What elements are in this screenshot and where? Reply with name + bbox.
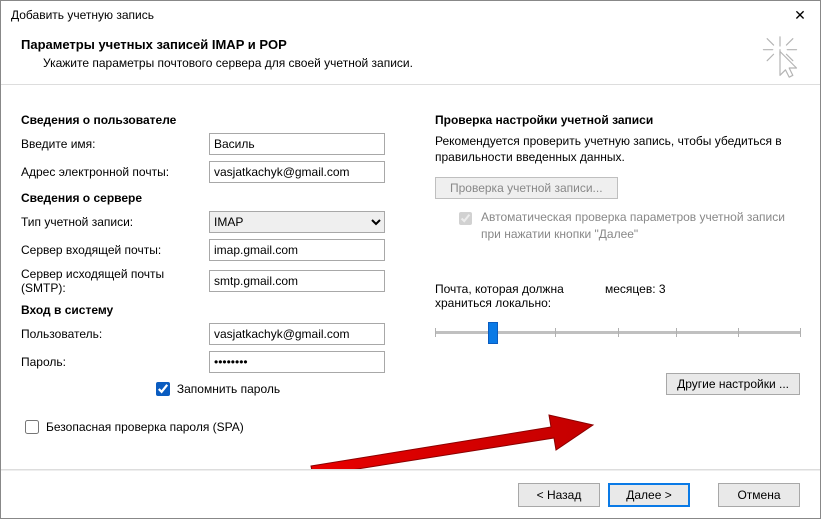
header-subtitle: Укажите параметры почтового сервера для … <box>43 56 800 70</box>
name-input[interactable] <box>209 133 385 155</box>
incoming-input[interactable] <box>209 239 385 261</box>
footer: < Назад Далее > Отмена <box>1 470 820 518</box>
next-button[interactable]: Далее > <box>608 483 690 507</box>
slider-thumb[interactable] <box>488 322 498 344</box>
test-account-button[interactable]: Проверка учетной записи... <box>435 177 618 199</box>
cursor-spark-icon <box>758 35 802 79</box>
cancel-button[interactable]: Отмена <box>718 483 800 507</box>
section-user-info: Сведения о пользователе <box>21 113 411 127</box>
slider-tick <box>738 328 739 337</box>
slider-tick <box>435 328 436 337</box>
password-label: Пароль: <box>21 355 209 369</box>
email-input[interactable] <box>209 161 385 183</box>
local-mail-slider[interactable] <box>435 320 800 348</box>
spa-row: Безопасная проверка пароля (SPA) <box>21 417 411 437</box>
titlebar: Добавить учетную запись ✕ <box>1 1 820 29</box>
name-label: Введите имя: <box>21 137 209 151</box>
section-server-info: Сведения о сервере <box>21 191 411 205</box>
local-mail-section: Почта, которая должна храниться локально… <box>435 282 800 348</box>
incoming-label: Сервер входящей почты: <box>21 243 209 257</box>
email-label: Адрес электронной почты: <box>21 165 209 179</box>
slider-tick <box>618 328 619 337</box>
spa-label: Безопасная проверка пароля (SPA) <box>46 420 244 434</box>
auto-test-label: Автоматическая проверка параметров учетн… <box>481 209 800 241</box>
slider-tick <box>676 328 677 337</box>
back-button[interactable]: < Назад <box>518 483 600 507</box>
header-panel: Параметры учетных записей IMAP и POP Ука… <box>1 29 820 85</box>
remember-password-label: Запомнить пароль <box>177 382 280 396</box>
slider-tick <box>800 328 801 337</box>
close-button[interactable]: ✕ <box>780 1 820 29</box>
header-title: Параметры учетных записей IMAP и POP <box>21 37 800 52</box>
content-area: Сведения о пользователе Введите имя: Адр… <box>1 101 820 470</box>
test-description: Рекомендуется проверить учетную запись, … <box>435 133 800 165</box>
user-input[interactable] <box>209 323 385 345</box>
password-input[interactable] <box>209 351 385 373</box>
account-type-select[interactable]: IMAP <box>209 211 385 233</box>
left-column: Сведения о пользователе Введите имя: Адр… <box>21 109 411 437</box>
local-mail-value: месяцев: 3 <box>605 282 666 310</box>
auto-test-checkbox[interactable] <box>459 212 472 225</box>
account-type-label: Тип учетной записи: <box>21 215 209 229</box>
spa-checkbox[interactable] <box>25 420 39 434</box>
slider-tick <box>555 328 556 337</box>
auto-test-row: Автоматическая проверка параметров учетн… <box>455 209 800 241</box>
local-mail-label: Почта, которая должна храниться локально… <box>435 282 605 310</box>
user-label: Пользователь: <box>21 327 209 341</box>
remember-password-checkbox[interactable] <box>156 382 170 396</box>
window-title: Добавить учетную запись <box>11 8 154 22</box>
remember-password-row: Запомнить пароль <box>21 379 411 399</box>
more-settings-button[interactable]: Другие настройки ... <box>666 373 800 395</box>
outgoing-label: Сервер исходящей почты (SMTP): <box>21 267 209 295</box>
section-login: Вход в систему <box>21 303 411 317</box>
outgoing-input[interactable] <box>209 270 385 292</box>
close-icon: ✕ <box>794 7 806 23</box>
section-test: Проверка настройки учетной записи <box>435 113 800 127</box>
